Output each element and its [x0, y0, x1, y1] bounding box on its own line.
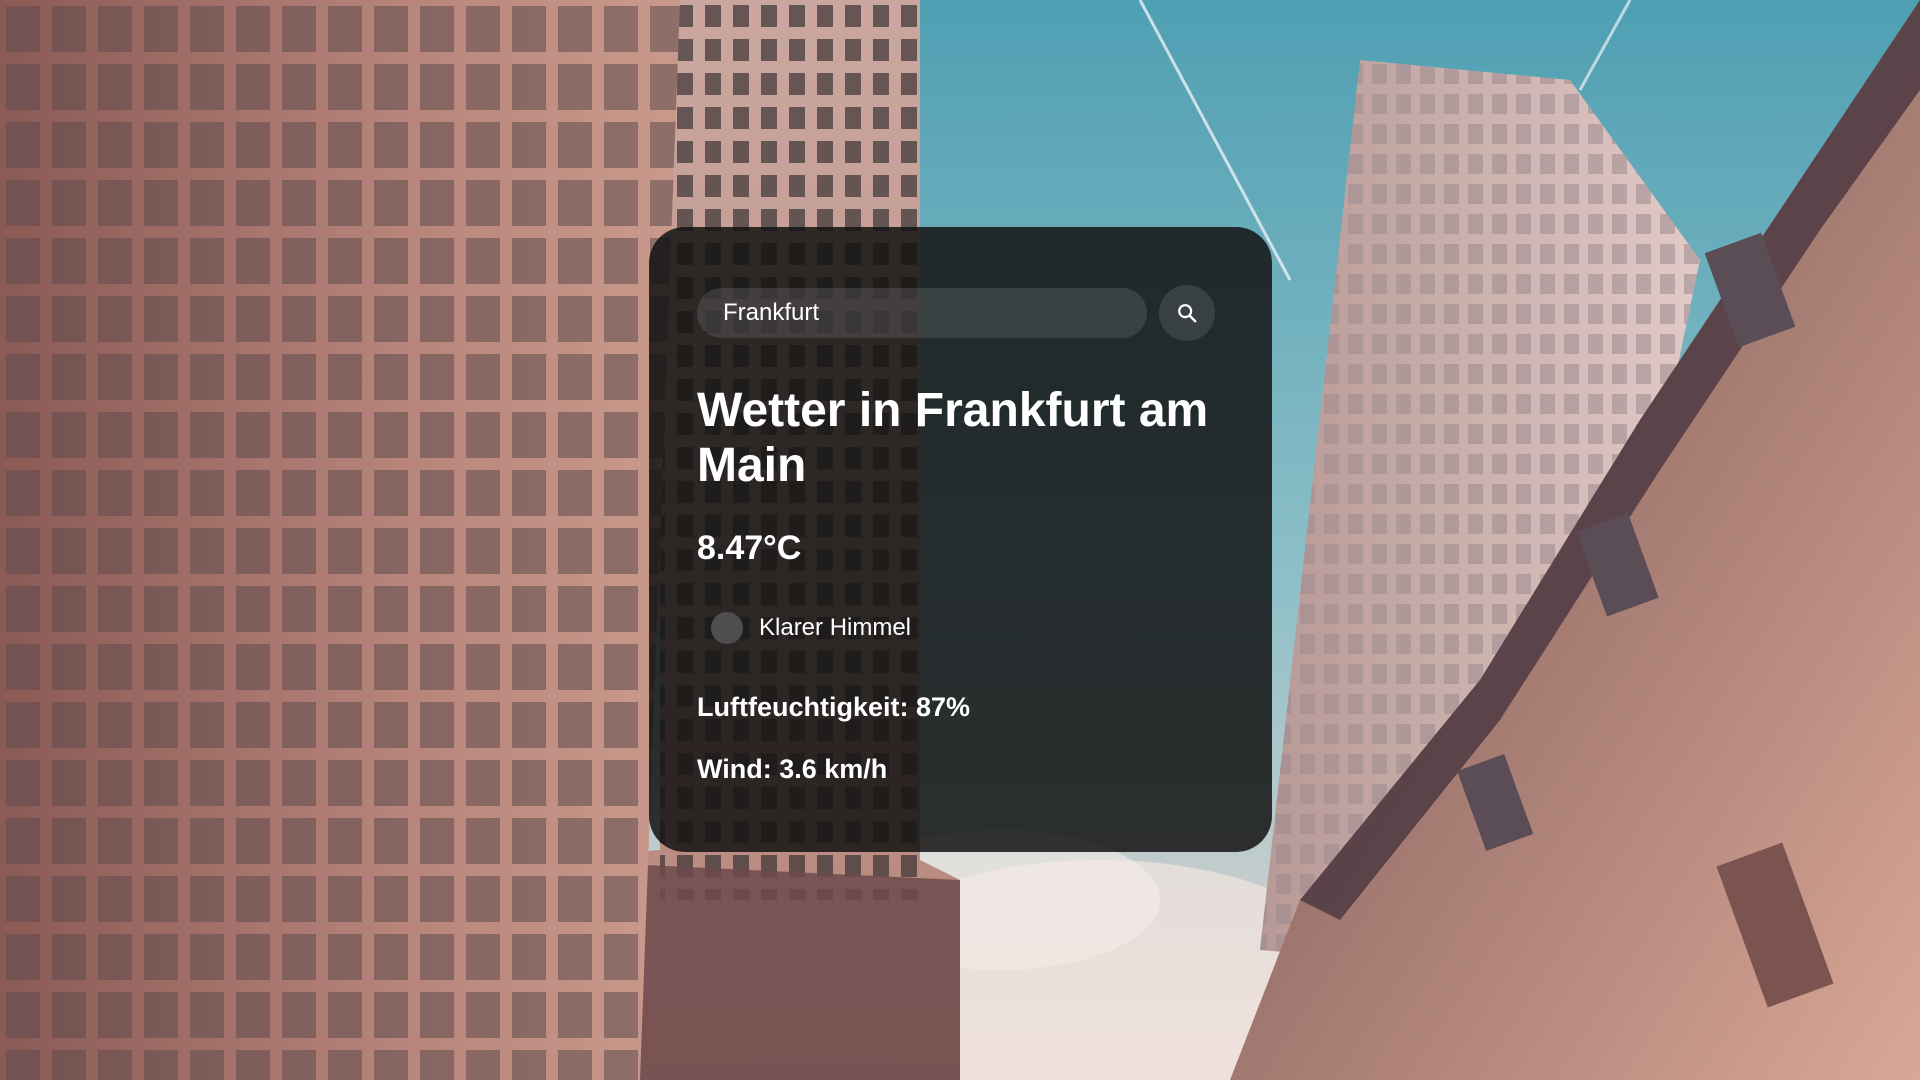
- temperature: 8.47°C: [697, 529, 802, 567]
- search-button[interactable]: [1159, 285, 1215, 341]
- weather-card: Wetter in Frankfurt am Main 8.47°C Klare…: [649, 227, 1272, 852]
- wind-speed: Wind: 3.6 km/h: [697, 754, 888, 784]
- search-icon: [1178, 304, 1197, 323]
- search-bar: [697, 285, 1224, 341]
- weather-description: Klarer Himmel: [759, 614, 912, 641]
- search-input[interactable]: [697, 288, 1147, 338]
- humidity: Luftfeuchtigkeit: 87%: [697, 692, 971, 722]
- weather-description-row: Klarer Himmel: [711, 612, 1224, 644]
- weather-icon: [711, 612, 743, 644]
- city-heading: Wetter in Frankfurt am Main: [697, 384, 1209, 492]
